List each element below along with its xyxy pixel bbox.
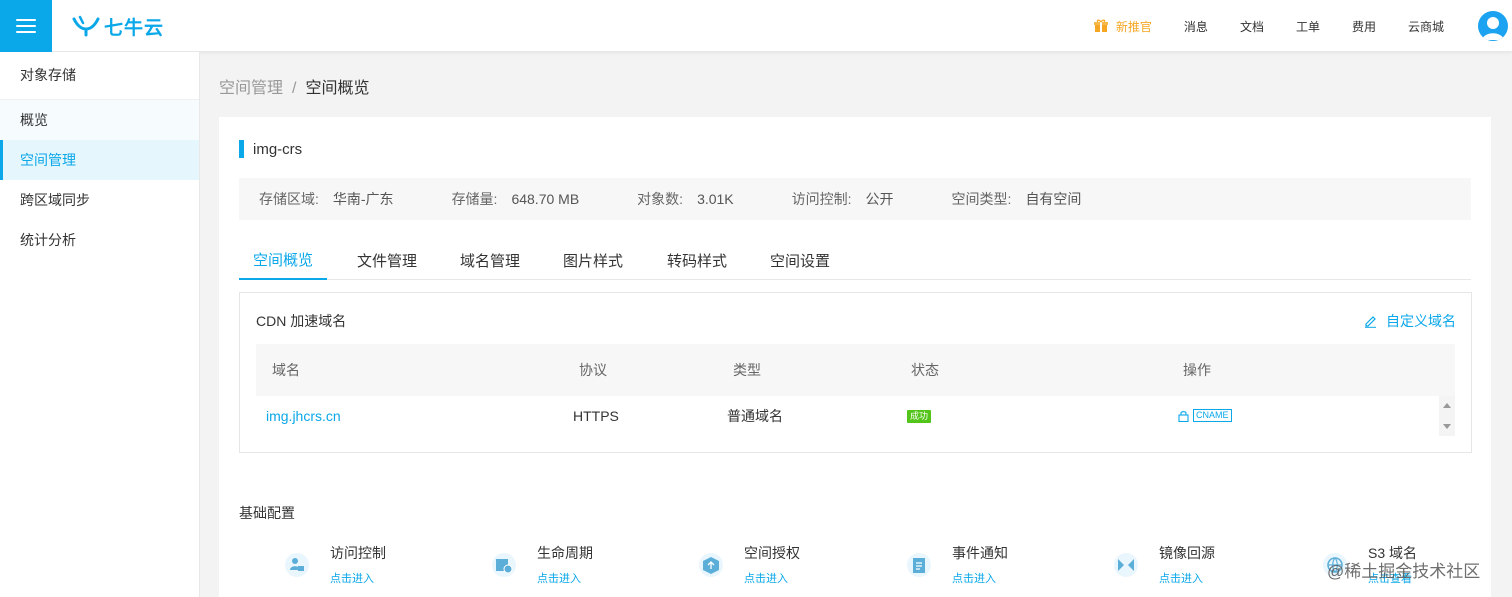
- col-status: 状态: [911, 362, 939, 378]
- mirror-source-icon: [1114, 553, 1138, 577]
- lock-icon: [1178, 410, 1189, 422]
- tab-overview[interactable]: 空间概览: [239, 243, 327, 280]
- feature-name: 访问控制: [330, 545, 386, 561]
- scroll-down-arrow-icon[interactable]: [1443, 424, 1451, 429]
- info-bucket-type: 空间类型: 自有空间: [951, 191, 1082, 207]
- bucket-tabs: 空间概览 文件管理 域名管理 图片样式 转码样式 空间设置: [239, 243, 1471, 280]
- feature-link[interactable]: 点击进入: [1159, 570, 1203, 586]
- cname-tag: CNAME: [1193, 409, 1232, 422]
- nav-messages[interactable]: 消息: [1184, 18, 1208, 35]
- table-row: img.jhcrs.cn HTTPS 普通域名 成功 CNAME: [256, 396, 1439, 436]
- table-scrollbar[interactable]: [1439, 396, 1455, 436]
- nav-docs[interactable]: 文档: [1240, 18, 1264, 35]
- cdn-title: CDN 加速域名: [256, 313, 347, 329]
- scroll-up-arrow-icon[interactable]: [1443, 403, 1451, 408]
- feature-name: 事件通知: [952, 545, 1008, 561]
- row-protocol: HTTPS: [573, 408, 619, 424]
- user-icon: [1482, 17, 1504, 40]
- info-region: 存储区域: 华南-广东: [259, 191, 394, 207]
- nav-promo-label: 新推官: [1115, 19, 1152, 34]
- top-bar: 七牛云 新推官 消息 文档 工单 费用 云商城: [0, 0, 1512, 52]
- pencil-icon: [1365, 315, 1376, 328]
- info-access-control: 访问控制: 公开: [791, 191, 894, 207]
- lifecycle-icon: [492, 553, 516, 577]
- breadcrumb: 空间管理 / 空间概览: [219, 74, 369, 98]
- custom-domain-button[interactable]: 自定义域名: [1364, 311, 1456, 331]
- bucket-card: img-crs 存储区域: 华南-广东 存储量: 648.70 MB 对象数: 3.0…: [219, 117, 1491, 597]
- col-type: 类型: [733, 362, 761, 378]
- hamburger-menu-button[interactable]: [0, 0, 52, 52]
- cname-action[interactable]: CNAME: [1178, 409, 1232, 422]
- custom-domain-label: 自定义域名: [1386, 313, 1456, 329]
- breadcrumb-separator: /: [292, 80, 297, 97]
- sidebar-title: 对象存储: [0, 52, 199, 100]
- tab-transcode-styles[interactable]: 转码样式: [653, 243, 741, 280]
- bucket-name: img-crs: [253, 140, 303, 158]
- top-nav: 新推官 消息 文档 工单 费用 云商城: [1062, 0, 1444, 52]
- nav-billing[interactable]: 费用: [1352, 18, 1376, 35]
- tab-file-management[interactable]: 文件管理: [343, 243, 431, 280]
- gift-icon: [1093, 19, 1108, 32]
- col-protocol: 协议: [579, 362, 607, 378]
- user-avatar[interactable]: [1478, 11, 1508, 41]
- tab-bucket-settings[interactable]: 空间设置: [756, 243, 844, 280]
- qiniu-logo[interactable]: 七牛云: [72, 13, 164, 39]
- row-domain-link[interactable]: img.jhcrs.cn: [266, 396, 341, 436]
- event-notification-icon: [907, 553, 931, 577]
- nav-tickets[interactable]: 工单: [1296, 18, 1320, 35]
- feature-link[interactable]: 点击进入: [330, 570, 374, 586]
- sidebar-item-overview[interactable]: 概览: [0, 100, 199, 140]
- sidebar-item-cross-region-sync[interactable]: 跨区域同步: [0, 180, 199, 220]
- authorization-icon: [699, 553, 723, 577]
- feature-name: 生命周期: [537, 545, 593, 561]
- bucket-info-bar: 存储区域: 华南-广东 存储量: 648.70 MB 对象数: 3.01K 访问控制:…: [239, 178, 1471, 220]
- nav-marketplace[interactable]: 云商城: [1408, 18, 1444, 35]
- sidebar: 对象存储 概览 空间管理 跨区域同步 统计分析: [0, 52, 200, 597]
- feature-name: 空间授权: [744, 545, 800, 561]
- feature-link[interactable]: 点击进入: [537, 570, 581, 586]
- feature-link[interactable]: 点击进入: [952, 570, 996, 586]
- tab-domain-management[interactable]: 域名管理: [446, 243, 534, 280]
- cdn-table-header: 域名 协议 类型 状态 操作: [256, 344, 1455, 396]
- row-type: 普通域名: [727, 408, 783, 424]
- title-accent-bar: [239, 140, 244, 158]
- sidebar-item-statistics[interactable]: 统计分析: [0, 220, 199, 260]
- feature-link[interactable]: 点击进入: [744, 570, 788, 586]
- info-object-count: 对象数: 3.01K: [637, 191, 734, 207]
- watermark-text: @稀土掘金技术社区: [1327, 562, 1481, 581]
- info-storage: 存储量: 648.70 MB: [451, 191, 580, 207]
- breadcrumb-current: 空间概览: [305, 80, 370, 97]
- breadcrumb-parent[interactable]: 空间管理: [219, 80, 283, 97]
- status-badge: 成功: [907, 410, 932, 423]
- basic-config-title: 基础配置: [239, 505, 295, 521]
- access-control-icon: [285, 553, 309, 577]
- qiniu-logo-icon: [72, 15, 100, 37]
- col-actions: 操作: [1183, 362, 1211, 378]
- watermark: @稀土掘金技术社区: [1327, 557, 1480, 582]
- nav-promo[interactable]: 新推官: [1093, 18, 1152, 35]
- col-domain: 域名: [272, 362, 300, 378]
- logo-text: 七牛云: [104, 17, 165, 39]
- sidebar-item-bucket-management[interactable]: 空间管理: [0, 140, 199, 180]
- cdn-domain-panel: CDN 加速域名 自定义域名 域名 协议 类型 状态 操作 img.jhcrs.…: [239, 292, 1472, 453]
- tab-image-styles[interactable]: 图片样式: [549, 243, 637, 280]
- bucket-title: img-crs: [239, 139, 302, 159]
- feature-name: 镜像回源: [1159, 545, 1215, 561]
